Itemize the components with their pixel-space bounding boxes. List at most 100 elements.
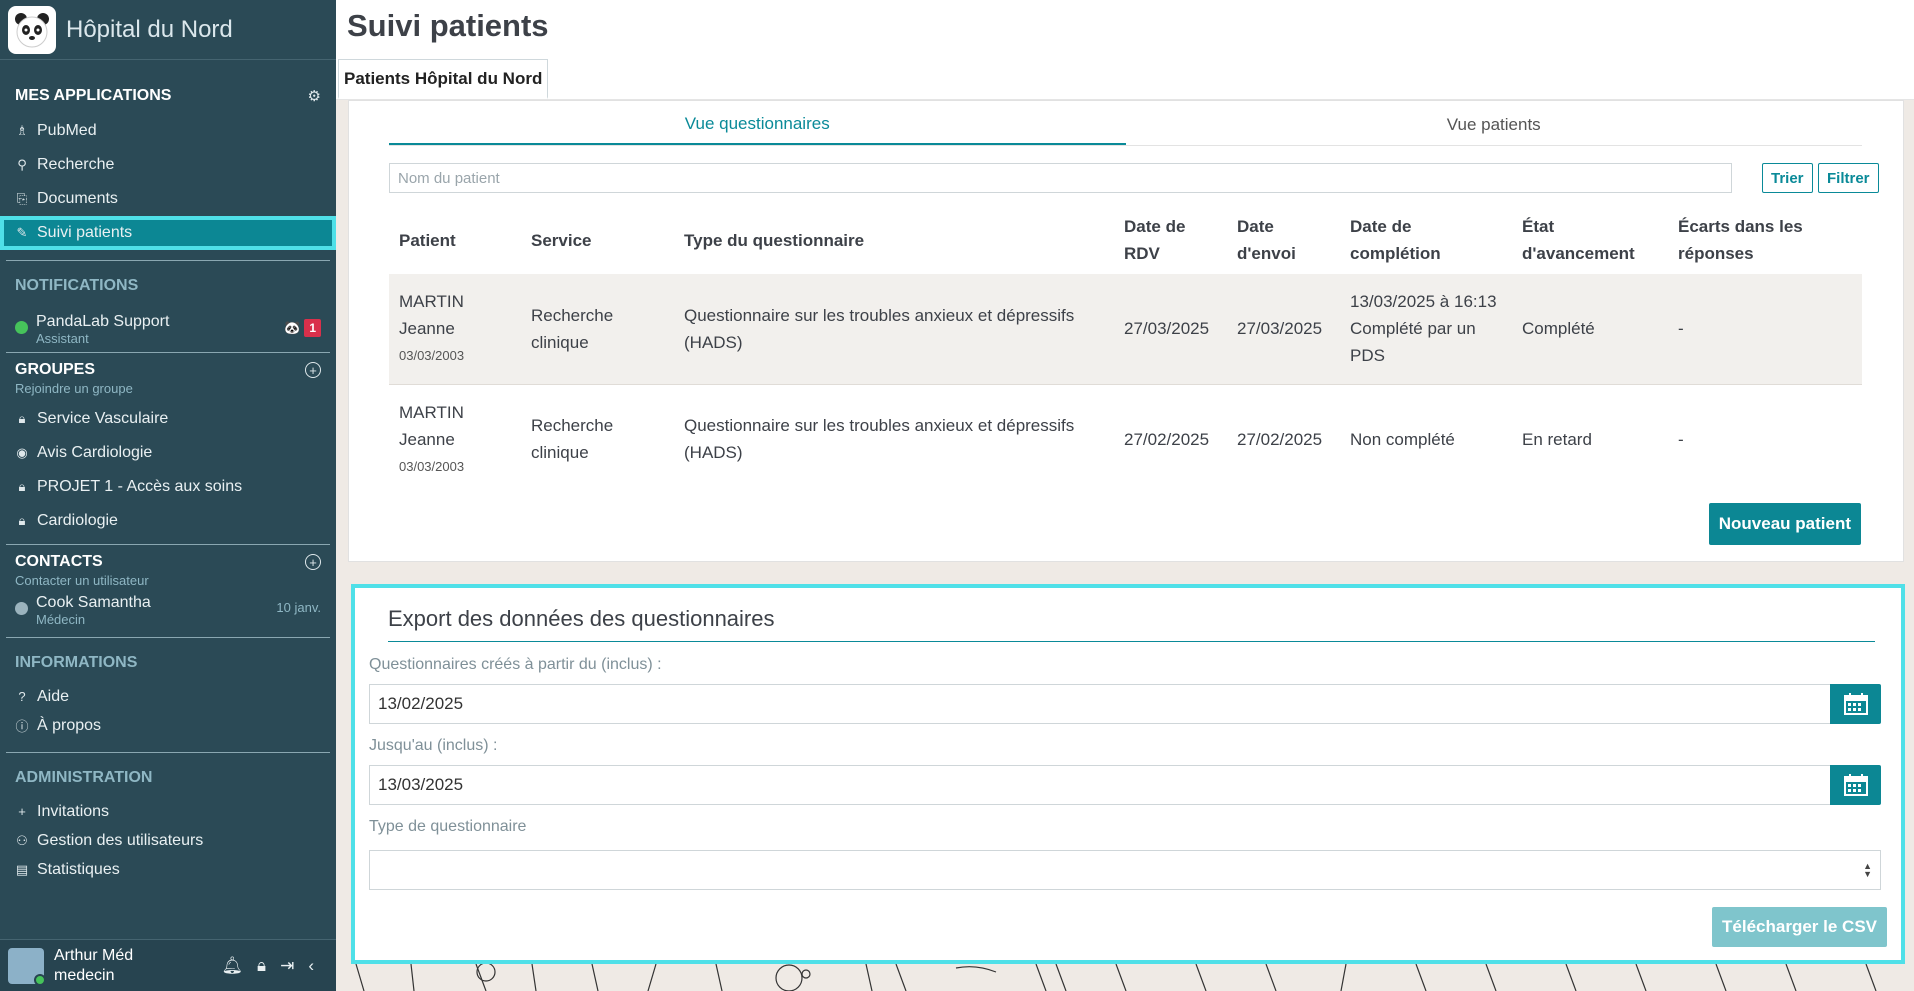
sidebar-item-aide[interactable]: ? Aide [0,682,336,711]
patient-dob: 03/03/2003 [399,348,465,364]
collapse-chevron-icon[interactable]: ‹ [308,956,314,976]
sidebar-item-statistiques[interactable]: ▤ Statistiques [0,855,336,884]
type-select[interactable]: ▲ ▼ [369,850,1881,890]
col-ecarts[interactable]: Écarts dans les réponses [1668,206,1862,274]
sidebar-item-documents[interactable]: ⎘ Documents [0,182,336,216]
lock-icon[interactable]: 🔒︎ [257,956,266,976]
logout-icon[interactable]: ⇥ [280,956,294,976]
notification-item[interactable]: PandaLab Support Assistant 🐼 1 [0,313,336,346]
avatar[interactable] [8,947,46,986]
download-csv-button[interactable]: Télécharger le CSV [1712,907,1887,947]
sidebar-item-service-vasculaire[interactable]: 🔒︎ Service Vasculaire [0,402,336,436]
user-footer: Arthur Méd medecin 🔔︎ 🔒︎ ⇥ ‹ [0,939,336,991]
sidebar-item-label: PubMed [37,122,97,139]
notifications-heading: NOTIFICATIONS [15,277,139,294]
chart-icon: ▤ [15,861,29,877]
col-date-rdv[interactable]: Date de RDV [1114,206,1227,274]
col-date-envoi[interactable]: Date d'envoi [1227,206,1340,274]
brand-header[interactable]: Hôpital du Nord [0,0,336,60]
contacts-subtitle[interactable]: Contacter un utilisateur [15,573,321,588]
calendar-button[interactable] [1830,684,1881,724]
sidebar-item-cardiologie[interactable]: 🔒︎ Cardiologie [0,504,336,538]
groups-subtitle[interactable]: Rejoindre un groupe [15,381,321,396]
cell-rdv: 27/02/2025 [1124,429,1210,449]
page-title: Suivi patients [347,8,549,43]
cell-patient: MARTIN Jeanne 03/03/2003 [389,274,521,385]
informations-heading: INFORMATIONS [15,654,138,671]
question-icon: ? [18,689,26,704]
clipboard-icon: ✎ [16,225,28,240]
tab-vue-questionnaires[interactable]: Vue questionnaires [389,105,1126,145]
cell-type: Questionnaire sur les troubles anxieux e… [674,274,1114,385]
sidebar-item-projet-1[interactable]: 🔒︎ PROJET 1 - Accès aux soins [0,470,336,504]
tab-patients-hopital[interactable]: Patients Hôpital du Nord [338,59,549,99]
sidebar-item-label: À propos [37,716,102,734]
online-status-dot [15,321,28,334]
info-icon: ⓘ [15,719,29,734]
contact-role: Médecin [36,612,86,627]
sidebar-item-gestion-utilisateurs[interactable]: ⚇ Gestion des utilisateurs [0,826,336,855]
lock-icon: 🔒︎ [18,513,26,528]
col-patient[interactable]: Patient [389,206,521,274]
sidebar-item-a-propos[interactable]: ⓘ À propos [0,711,336,740]
sidebar-item-avis-cardiologie[interactable]: ◉ Avis Cardiologie [0,436,336,470]
patient-dob: 03/03/2003 [399,458,465,474]
cell-patient: MARTIN Jeanne 03/03/2003 [389,384,521,494]
cell-type: Questionnaire sur les troubles anxieux e… [684,416,1075,463]
sidebar-item-label: PROJET 1 - Accès aux soins [37,478,243,495]
sidebar-item-recherche[interactable]: ⚲ Recherche [0,148,336,182]
sidebar-item-label: Cardiologie [37,512,118,529]
cell-completion: Non complété [1350,429,1455,449]
groups-heading: GROUPES + [15,361,321,379]
calendar-button[interactable] [1830,765,1881,805]
plus-icon: + [18,804,26,819]
new-patient-button[interactable]: Nouveau patient [1708,503,1861,545]
main-content: Suivi patients Patients Hôpital du Nord … [336,0,1914,991]
notification-name: PandaLab Support [36,313,170,330]
administration-heading: ADMINISTRATION [15,769,153,786]
gear-icon[interactable]: ⚙ [308,87,321,105]
col-etat[interactable]: État d'avancement [1512,206,1668,274]
user-name: Arthur Méd [54,946,134,964]
calendar-icon [1843,693,1868,715]
bell-icon[interactable]: 🔔︎ [221,956,243,976]
status-badge: Complété [1512,274,1668,385]
col-service[interactable]: Service [521,206,674,274]
online-status-dot [34,973,46,986]
type-label: Type de questionnaire [369,818,527,835]
patient-search-input[interactable] [389,163,1732,193]
contacts-heading: CONTACTS + [15,553,321,571]
sidebar-item-suivi-patients[interactable]: ✎ Suivi patients [0,216,336,250]
add-group-icon[interactable]: + [305,362,321,378]
offline-status-dot [15,602,28,615]
panda-avatar-icon: 🐼 [284,320,301,335]
brand-title: Hôpital du Nord [66,15,233,43]
paperclip-icon: ⎘ [16,191,28,206]
add-contact-icon[interactable]: + [305,554,321,570]
col-type[interactable]: Type du questionnaire [674,206,1114,274]
sidebar: Hôpital du Nord MES APPLICATIONS ⚙ ♗ PubMe… [0,0,336,991]
filter-button[interactable]: Filtrer [1818,163,1879,193]
table-row[interactable]: MARTIN Jeanne 03/03/2003 Recherche cliniq… [389,384,1862,494]
sort-button[interactable]: Trier [1762,163,1813,193]
tab-vue-patients[interactable]: Vue patients [1126,105,1863,145]
col-date-completion[interactable]: Date de complétion [1340,206,1512,274]
panda-logo [8,5,56,54]
export-card: Export des données des questionnaires Qu… [351,584,1905,964]
sidebar-item-pubmed[interactable]: ♗ PubMed [0,114,336,148]
eye-cloud-icon: ◉ [16,445,28,460]
contacts-heading-label: CONTACTS [15,553,103,570]
status-badge: En retard [1522,429,1592,449]
sidebar-item-label: Invitations [37,802,110,820]
cell-envoi: 27/03/2025 [1227,274,1340,385]
to-date-input[interactable]: 13/03/2025 [369,765,1831,805]
table-row[interactable]: MARTIN Jeanne 03/03/2003 Recherche cliniq… [389,274,1862,385]
sidebar-item-label: Recherche [37,156,115,173]
users-icon: ⚇ [16,832,28,848]
from-date-input[interactable]: 13/02/2025 [369,684,1831,724]
sidebar-item-invitations[interactable]: + Invitations [0,797,336,826]
lock-icon: 🔒︎ [18,479,26,494]
contact-item[interactable]: Cook Samantha Médecin 10 janv. [0,594,336,627]
cell-ecarts: - [1668,274,1862,385]
sidebar-item-label: Avis Cardiologie [37,444,153,461]
